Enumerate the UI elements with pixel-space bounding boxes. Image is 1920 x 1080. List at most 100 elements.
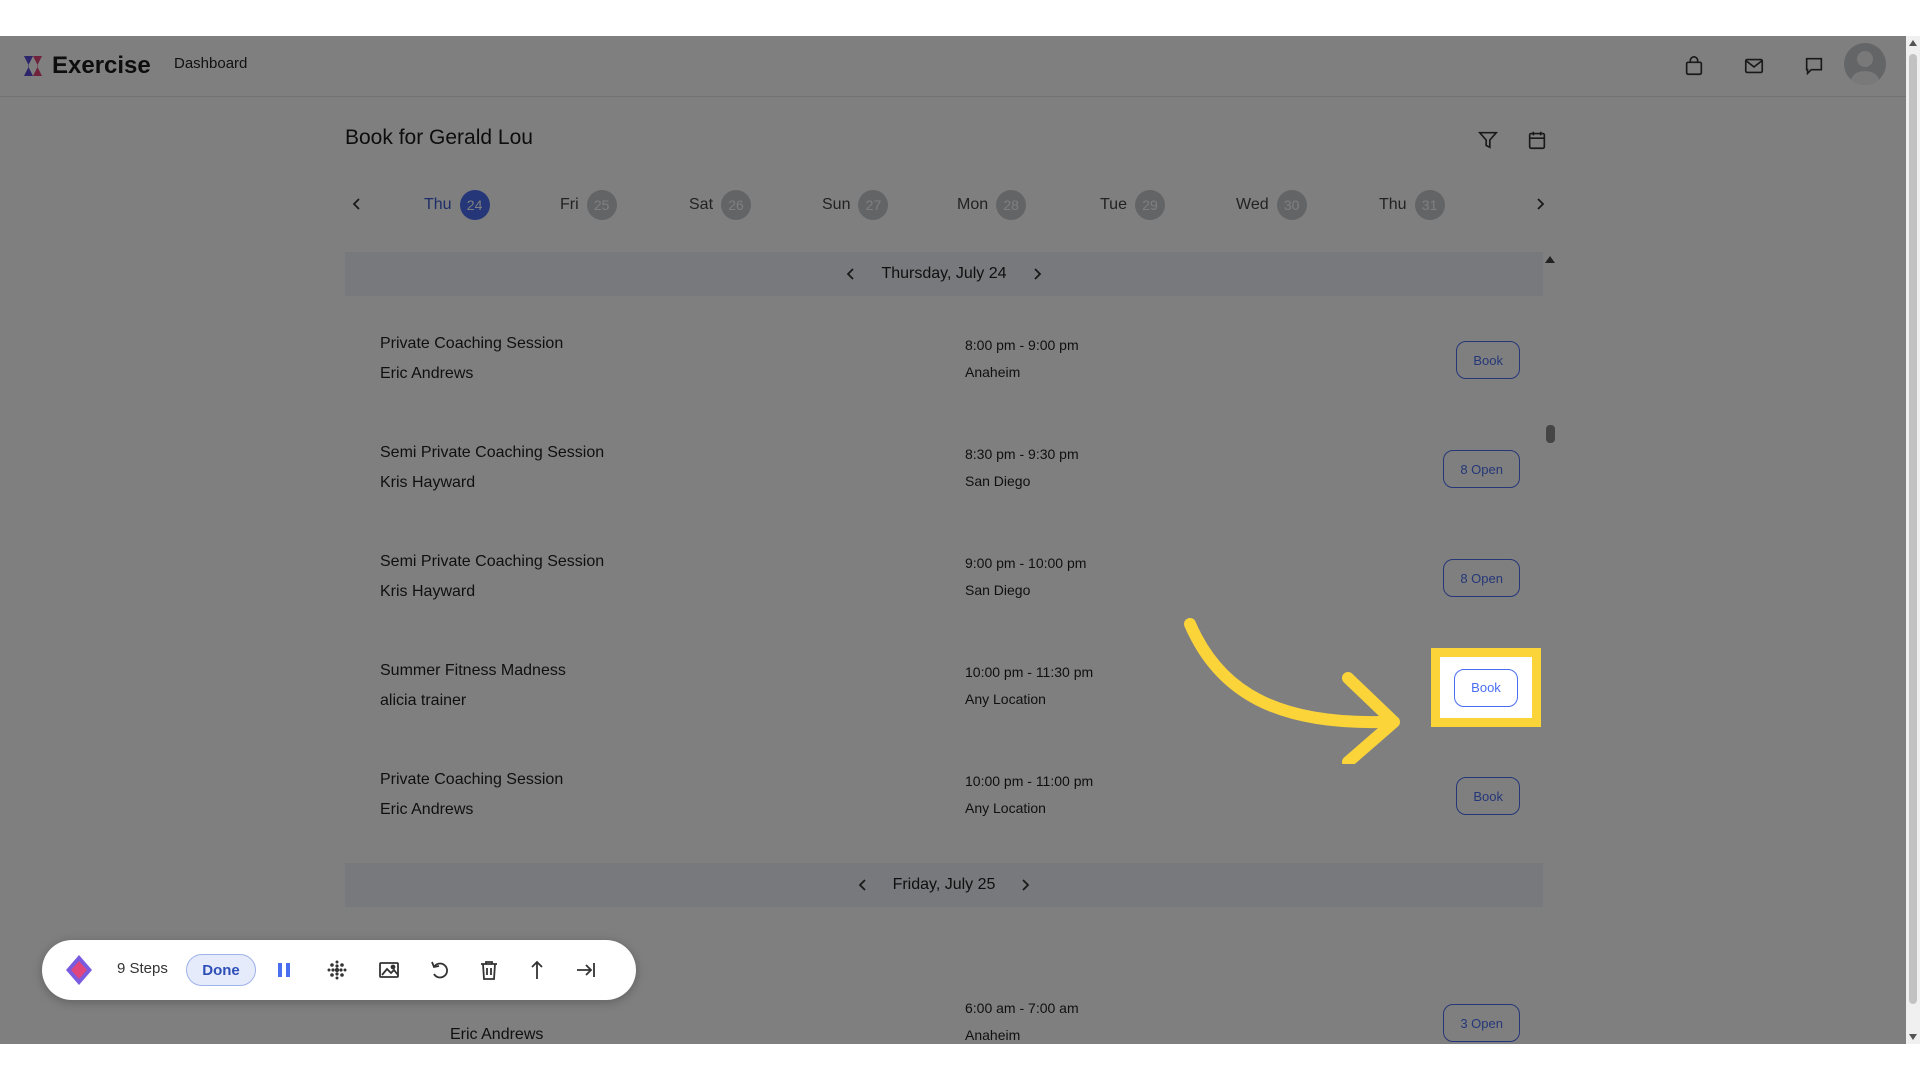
mail-icon[interactable]: [1740, 52, 1768, 80]
book-button[interactable]: Book: [1456, 777, 1520, 815]
trash-icon[interactable]: [475, 956, 503, 984]
session-title: Summer Fitness Madness: [380, 662, 566, 680]
session-row: Private Coaching Session Eric Andrews 8:…: [380, 335, 1520, 405]
recorder-logo-icon: [62, 953, 96, 987]
chevron-left-icon[interactable]: [855, 877, 871, 893]
day-tab[interactable]: Mon 28: [957, 190, 1026, 220]
session-title: Semi Private Coaching Session: [380, 444, 604, 462]
done-button[interactable]: Done: [186, 954, 256, 986]
day-tab[interactable]: Sun 27: [822, 190, 888, 220]
recorder-toolbar: 9 Steps Done: [42, 940, 636, 1000]
skip-to-end-icon[interactable]: [572, 956, 600, 984]
session-trainer: Eric Andrews: [380, 365, 473, 383]
day-date-badge: 31: [1415, 190, 1445, 220]
book-button[interactable]: Book: [1454, 669, 1518, 707]
book-button[interactable]: Book: [1456, 341, 1520, 379]
page-scrollbar[interactable]: [1906, 36, 1920, 1044]
open-spots-button[interactable]: 8 Open: [1443, 450, 1520, 488]
day-date-badge: 24: [460, 190, 490, 220]
day-tab[interactable]: Wed 30: [1236, 190, 1307, 220]
session-title: Private Coaching Session: [380, 771, 563, 789]
next-week-button[interactable]: [1528, 192, 1552, 216]
date-heading: Thursday, July 24: [881, 265, 1006, 283]
page-scrollbar-thumb[interactable]: [1909, 54, 1917, 1004]
filter-icon[interactable]: [1474, 126, 1502, 154]
day-label: Mon: [957, 196, 988, 214]
nav-dashboard-link[interactable]: Dashboard: [174, 55, 247, 72]
top-header: Exercise Dashboard: [0, 36, 1908, 97]
image-icon[interactable]: [375, 956, 403, 984]
day-label: Sat: [689, 196, 713, 214]
chevron-right-icon[interactable]: [1017, 877, 1033, 893]
day-tab[interactable]: Thu 24: [424, 190, 490, 220]
day-selector: Thu 24 Fri 25 Sat 26 Sun 27 Mon 28 Tue 2…: [345, 188, 1545, 224]
steps-count: 9 Steps: [117, 960, 168, 977]
session-time: 10:00 pm - 11:00 pm: [965, 773, 1093, 789]
day-label: Thu: [1379, 196, 1407, 214]
session-time: 8:00 pm - 9:00 pm: [965, 337, 1079, 353]
pause-icon[interactable]: [270, 956, 298, 984]
day-date-badge: 30: [1277, 190, 1307, 220]
session-location: Any Location: [965, 800, 1046, 816]
list-scrollbar-thumb[interactable]: [1546, 425, 1555, 443]
prev-week-button[interactable]: [345, 192, 369, 216]
share-up-icon[interactable]: [523, 956, 551, 984]
session-time: 10:00 pm - 11:30 pm: [965, 664, 1093, 680]
day-label: Fri: [560, 196, 579, 214]
session-location: San Diego: [965, 582, 1030, 598]
list-scroll-up-icon[interactable]: [1544, 254, 1556, 264]
session-trainer: Kris Hayward: [380, 583, 475, 601]
undo-icon[interactable]: [426, 956, 454, 984]
day-date-badge: 26: [721, 190, 751, 220]
day-label: Thu: [424, 196, 452, 214]
day-date-badge: 25: [587, 190, 617, 220]
app-name[interactable]: Exercise: [52, 52, 151, 80]
calendar-icon[interactable]: [1523, 126, 1551, 154]
session-row: Private Coaching Session Eric Andrews 10…: [380, 771, 1520, 841]
session-time: 9:00 pm - 10:00 pm: [965, 555, 1086, 571]
session-title: Private Coaching Session: [380, 335, 563, 353]
chevron-right-icon[interactable]: [1029, 266, 1045, 282]
session-trainer: Eric Andrews: [380, 801, 473, 819]
day-date-badge: 27: [858, 190, 888, 220]
pointer-arrow-icon: [1180, 614, 1440, 764]
session-time: 8:30 pm - 9:30 pm: [965, 446, 1079, 462]
day-tab[interactable]: Tue 29: [1100, 190, 1165, 220]
chat-icon[interactable]: [1800, 52, 1828, 80]
session-trainer: Eric Andrews: [450, 1026, 543, 1044]
day-date-badge: 29: [1135, 190, 1165, 220]
session-row: Semi Private Coaching Session Kris Haywa…: [380, 444, 1520, 514]
open-spots-button[interactable]: 3 Open: [1443, 1004, 1520, 1042]
session-title: Semi Private Coaching Session: [380, 553, 604, 571]
day-label: Wed: [1236, 196, 1269, 214]
chevron-left-icon[interactable]: [843, 266, 859, 282]
blur-icon[interactable]: [323, 956, 351, 984]
day-tab[interactable]: Fri 25: [560, 190, 617, 220]
date-header: Thursday, July 24: [345, 252, 1543, 296]
exercise-logo-icon: [20, 53, 46, 79]
scroll-down-icon[interactable]: [1909, 1033, 1917, 1041]
day-date-badge: 28: [996, 190, 1026, 220]
open-spots-button[interactable]: 8 Open: [1443, 559, 1520, 597]
session-location: Anaheim: [965, 1027, 1020, 1043]
highlight-frame: Book: [1431, 648, 1541, 727]
session-trainer: Kris Hayward: [380, 474, 475, 492]
day-tab[interactable]: Sat 26: [689, 190, 751, 220]
session-location: Anaheim: [965, 364, 1020, 380]
session-row: Eric Andrews 6:00 am - 7:00 am Anaheim 3…: [380, 998, 1520, 1044]
session-location: Any Location: [965, 691, 1046, 707]
app-window: Exercise Dashboard Book for Gerald Lou T…: [0, 36, 1920, 1044]
date-heading: Friday, July 25: [893, 876, 996, 894]
avatar[interactable]: [1844, 43, 1886, 85]
session-location: San Diego: [965, 473, 1030, 489]
session-row: Semi Private Coaching Session Kris Haywa…: [380, 553, 1520, 623]
session-trainer: alicia trainer: [380, 692, 466, 710]
scroll-up-icon[interactable]: [1909, 39, 1917, 47]
day-label: Sun: [822, 196, 850, 214]
page-title: Book for Gerald Lou: [345, 126, 533, 150]
date-header: Friday, July 25: [345, 863, 1543, 907]
session-time: 6:00 am - 7:00 am: [965, 1000, 1079, 1016]
day-tab[interactable]: Thu 31: [1379, 190, 1445, 220]
bag-icon[interactable]: [1680, 52, 1708, 80]
day-label: Tue: [1100, 196, 1127, 214]
